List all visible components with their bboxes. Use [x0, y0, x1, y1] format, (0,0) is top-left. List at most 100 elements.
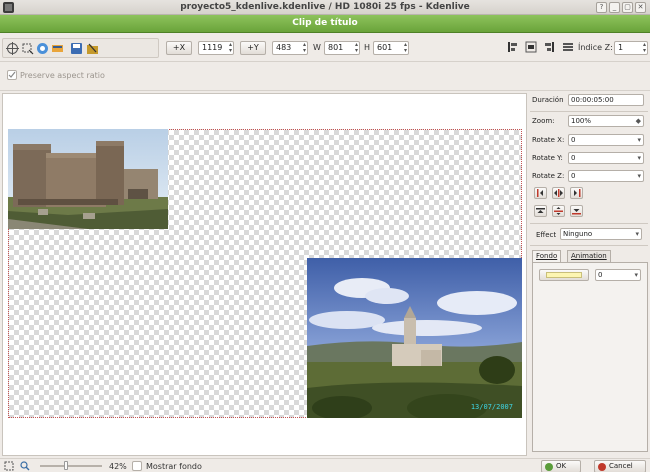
rotate-z-input[interactable]: 0 ▾: [568, 170, 644, 182]
align-justify-icon[interactable]: [562, 41, 574, 53]
fondo-tab-body: 0 ▾: [532, 262, 648, 452]
rotate-x-input[interactable]: 0 ▾: [568, 134, 644, 146]
align-left-icon[interactable]: [507, 41, 519, 53]
tab-fondo[interactable]: Fondo: [532, 250, 562, 262]
align-right-icon[interactable]: [543, 41, 555, 53]
effect-label: Effect: [536, 231, 557, 239]
align-vcenter-button[interactable]: [552, 205, 565, 217]
title-canvas[interactable]: 13/07/2007: [2, 93, 527, 456]
help-button[interactable]: ?: [596, 2, 607, 13]
castle-image[interactable]: [8, 129, 168, 229]
church-photo: [307, 258, 522, 418]
select-tool-icon[interactable]: [6, 42, 19, 55]
close-window-button[interactable]: ✕: [635, 2, 646, 13]
photo-date-stamp: 13/07/2007: [470, 403, 513, 411]
z-index-value: 1: [618, 43, 624, 52]
spin-arrows-icon[interactable]: ▴ ▾: [404, 42, 407, 54]
dialog-titlebar: Clip de título: [0, 15, 650, 33]
kdenlive-window: proyecto5_kdenlive.kdenlive / HD 1080i 2…: [0, 0, 650, 472]
rectangle-tool-icon[interactable]: [21, 42, 34, 55]
align-right-button[interactable]: [570, 187, 583, 199]
save-icon[interactable]: [70, 42, 83, 55]
zoom-value: 100%: [571, 117, 592, 125]
y-position-input[interactable]: 483 ▴ ▾: [272, 41, 308, 55]
text-tool-icon[interactable]: [36, 42, 49, 55]
rotate-y-label: Rotate Y:: [532, 154, 563, 162]
maximize-button[interactable]: ▢: [622, 2, 633, 13]
fit-to-view-icon[interactable]: [4, 461, 14, 471]
color-swatch: [546, 272, 582, 278]
effect-value: Ninguno: [563, 230, 593, 238]
spin-arrows-icon[interactable]: ◆: [636, 116, 641, 126]
dialog-title: Clip de título: [292, 18, 358, 28]
tool-group: [2, 38, 159, 58]
zoom-slider-track[interactable]: [40, 465, 102, 467]
align-bottom-button[interactable]: [570, 205, 583, 217]
spin-arrows-icon[interactable]: ▴ ▾: [643, 42, 646, 54]
divider: [530, 223, 648, 224]
zoom-icon[interactable]: [20, 461, 30, 471]
z-index-label: Índice Z:: [578, 43, 613, 52]
align-left-button[interactable]: [534, 187, 547, 199]
zoom-percent: 42%: [109, 462, 127, 471]
rotate-z-label: Rotate Z:: [532, 172, 565, 180]
spin-arrows-icon[interactable]: ▴ ▾: [355, 42, 358, 54]
align-right-icon: [574, 189, 581, 197]
tab-animation[interactable]: Animation: [567, 250, 611, 262]
cancel-label: Cancel: [609, 462, 633, 470]
spin-arrows-icon[interactable]: ▴ ▾: [229, 42, 232, 54]
church-image[interactable]: 13/07/2007: [307, 258, 522, 418]
preserve-aspect-checkbox[interactable]: [7, 70, 17, 80]
rotate-y-value: 0: [571, 154, 576, 162]
center-y-button[interactable]: +Y: [240, 41, 266, 55]
chevron-down-icon[interactable]: ▾: [634, 270, 638, 280]
align-top-icon: [536, 208, 545, 213]
duration-label: Duración: [532, 96, 564, 104]
open-icon[interactable]: [86, 42, 99, 55]
height-input[interactable]: 601 ▴ ▾: [373, 41, 409, 55]
options-row: Preserve aspect ratio: [0, 63, 650, 91]
zoom-slider-handle[interactable]: [64, 461, 69, 470]
height-value: 601: [377, 43, 393, 52]
chevron-down-icon[interactable]: ▾: [637, 153, 641, 163]
center-x-button[interactable]: +X: [166, 41, 192, 55]
duration-input[interactable]: 00:00:05:00: [568, 94, 644, 106]
chevron-down-icon[interactable]: ▾: [637, 171, 641, 181]
height-label: H: [364, 43, 371, 52]
show-background-checkbox[interactable]: [132, 461, 142, 471]
align-center-icon[interactable]: [525, 41, 537, 53]
align-hcenter-button[interactable]: [552, 187, 565, 199]
image-tool-icon[interactable]: [51, 42, 64, 55]
rotate-y-input[interactable]: 0 ▾: [568, 152, 644, 164]
x-position-value: 1119: [202, 43, 223, 52]
rotate-z-value: 0: [571, 172, 576, 180]
minimize-button[interactable]: _: [609, 2, 620, 13]
check-icon: [545, 463, 553, 471]
preserve-aspect-label: Preserve aspect ratio: [20, 71, 105, 80]
background-color-button[interactable]: [539, 269, 589, 281]
spin-arrows-icon[interactable]: ▴ ▾: [303, 42, 306, 54]
chevron-down-icon[interactable]: ▾: [635, 229, 639, 239]
z-index-input[interactable]: 1 ▴ ▾: [614, 41, 648, 55]
x-position-input[interactable]: 1119 ▴ ▾: [198, 41, 234, 55]
castle-photo: [8, 129, 168, 229]
background-alpha-input[interactable]: 0 ▾: [595, 269, 641, 281]
zoom-input[interactable]: 100% ◆: [568, 115, 644, 127]
align-left-icon: [537, 189, 543, 197]
ok-label: OK: [556, 462, 567, 470]
cancel-button[interactable]: Cancel: [594, 460, 646, 472]
align-top-button[interactable]: [534, 205, 547, 217]
show-background-label: Mostrar fondo: [146, 462, 202, 471]
window-titlebar: proyecto5_kdenlive.kdenlive / HD 1080i 2…: [0, 0, 650, 15]
bottom-bar: 42% Mostrar fondo OK Cancel: [0, 458, 650, 472]
rotate-x-label: Rotate X:: [532, 136, 565, 144]
chevron-down-icon[interactable]: ▾: [637, 135, 641, 145]
rotate-x-value: 0: [571, 136, 576, 144]
properties-panel: Duración 00:00:05:00 Zoom: 100% ◆ Rotate…: [530, 93, 648, 456]
width-input[interactable]: 801 ▴ ▾: [324, 41, 360, 55]
ok-button[interactable]: OK: [541, 460, 581, 472]
effect-select[interactable]: Ninguno ▾: [560, 228, 642, 240]
cancel-icon: [598, 463, 606, 471]
y-position-value: 483: [276, 43, 292, 52]
zoom-label: Zoom:: [532, 117, 555, 125]
